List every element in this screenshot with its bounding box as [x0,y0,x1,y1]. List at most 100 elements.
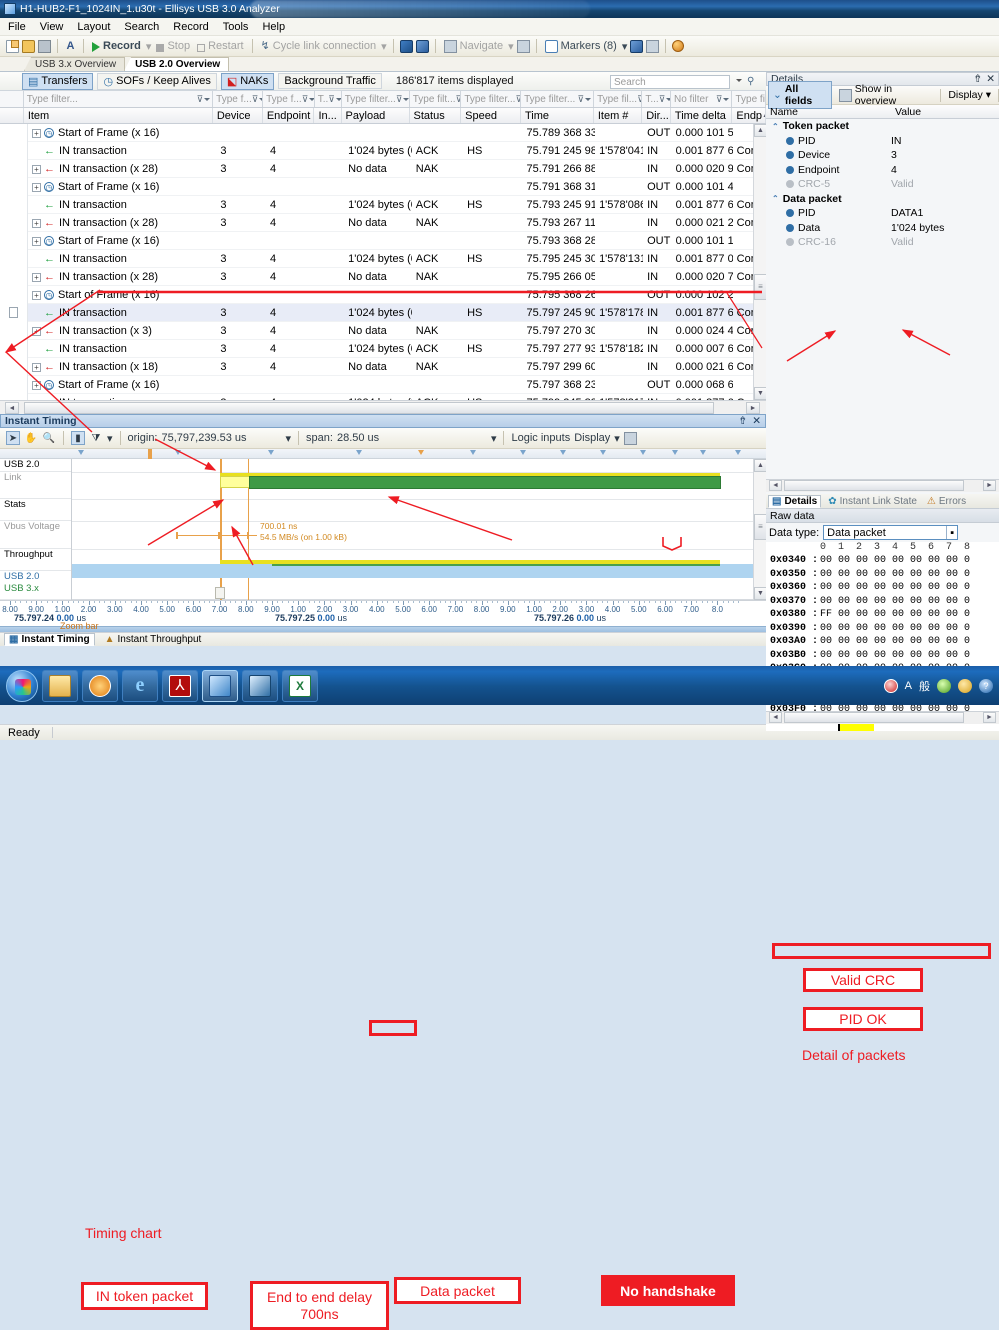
expand-icon[interactable]: + [32,236,41,246]
navigate-button[interactable]: Navigate [442,39,505,53]
details-field-list[interactable]: ⌃ Token packet PID IN Device 3 Endpoint 4 CRC-5 V… [766,119,999,250]
hex-row[interactable]: 0x0340 :00 00 00 00 00 00 00 00 0 [766,555,999,569]
ime-A-icon[interactable]: A [905,680,912,692]
timing-lane-usb-2-0[interactable]: USB 2.0 [0,571,71,583]
hex-byte[interactable]: 00 [856,636,874,650]
hex-byte[interactable]: 00 [946,650,964,664]
details-field-data[interactable]: Data 1'024 bytes [766,221,999,236]
navigate-dropdown-caret[interactable]: ▾ [508,40,514,53]
hex-byte[interactable]: 00 [928,609,946,623]
logic-inputs-button[interactable]: Logic inputs [511,432,570,444]
hex-byte[interactable]: 00 [820,596,838,610]
hex-byte[interactable]: 00 [910,555,928,569]
scroll-right-button[interactable]: ► [983,480,996,491]
zoom-bar[interactable] [0,449,766,459]
filter-buttons[interactable]: ⊽ [197,94,213,105]
hex-byte[interactable]: 0 [964,569,982,583]
funnel-icon[interactable]: ⊽ [302,94,309,105]
funnel-icon[interactable]: ⊽ [659,94,666,105]
details-display-button[interactable]: Display ▾ [945,88,994,102]
zoom-bar-marker[interactable] [418,450,424,455]
column-filter-in-[interactable]: T.. ⊽ [314,91,342,107]
hex-byte[interactable]: 00 [874,650,892,664]
taskbar-item-acrobat[interactable]: ⅄ [162,669,198,702]
hex-byte[interactable]: 00 [910,623,928,637]
hex-byte[interactable]: 00 [874,569,892,583]
table-row[interactable]: ← IN transaction 3 4 1'024 bytes (00 ...ACK H… [0,249,766,268]
record-button[interactable]: Record [90,40,143,52]
record-dropdown-caret[interactable]: ▾ [146,40,152,53]
filter-buttons[interactable]: ⊽ [396,94,409,105]
taskbar-item-analyzer[interactable] [202,669,238,702]
column-filter-speed[interactable]: Type filter...⊽ [461,91,522,107]
zoom-bar-marker[interactable] [560,450,566,455]
expand-icon[interactable]: + [32,218,41,228]
chevron-down-icon[interactable] [736,79,742,82]
hex-byte[interactable]: 00 [892,650,910,664]
hex-byte[interactable]: 00 [928,596,946,610]
raw-horizontal-scrollbar[interactable]: ◄ ► [766,711,999,724]
chevron-down-icon[interactable] [403,97,409,101]
chevron-down-icon[interactable] [204,97,211,101]
in-token-packet-block[interactable] [220,476,250,488]
zoom-bar-marker[interactable] [672,450,678,455]
hex-byte[interactable]: 00 [910,569,928,583]
column-filter-time[interactable]: Type filter... ⊽ [521,91,595,107]
hex-row[interactable]: 0x0350 :00 00 00 00 00 00 00 00 0 [766,568,999,583]
hex-byte[interactable]: 00 [892,582,910,596]
close-icon[interactable]: ✕ [986,73,995,85]
menu-item-help[interactable]: Help [262,21,285,33]
table-row[interactable]: +◷ Start of Frame (x 16) 75.789 368 333 OUT… [0,124,766,142]
table-row[interactable]: ← IN transaction 3 4 1'024 bytes (00 ... HS 75… [0,303,766,322]
timing-lane-link[interactable]: Link [0,472,71,499]
menu-item-record[interactable]: Record [173,21,208,33]
timing-vertical-scrollbar[interactable]: ▲ ≡ ▼ [753,459,767,600]
shield-icon[interactable] [883,678,898,693]
hex-byte[interactable]: 00 [928,569,946,583]
tab-sofs-keep-alives[interactable]: ◷ SOFs / Keep Alives [97,72,217,90]
tab-background-traffic[interactable]: Background Traffic [278,73,382,89]
zoom-bar-marker[interactable] [78,450,84,455]
column-header-speed[interactable]: Speed [461,108,521,123]
table-row[interactable]: + ← IN transaction (x 3) 3 4 No data NAK 75.797… [0,321,766,340]
hex-byte[interactable]: 00 [838,636,856,650]
menu-item-tools[interactable]: Tools [223,21,249,33]
hex-row[interactable]: 0x03A0 :00 00 00 00 00 00 00 00 0 [766,636,999,650]
hex-byte[interactable]: 0 [964,623,982,637]
timing-lane-stats[interactable]: Stats [0,499,71,521]
table-row[interactable]: + ← IN transaction (x 18) 3 4 No data NAK 75.79… [0,357,766,376]
hscroll-thumb[interactable] [24,401,714,414]
hex-byte[interactable]: 00 [820,650,838,664]
hex-byte[interactable]: 0 [964,650,982,664]
tab-naks[interactable]: ⬕ NAKs [220,72,275,90]
new-file-icon[interactable] [6,39,19,53]
hex-row[interactable]: 0x03B0 :00 00 00 00 00 00 00 00 0 [766,649,999,664]
table-horizontal-scrollbar[interactable]: ◄ ► [0,400,766,414]
scroll-left-button[interactable]: ◄ [769,712,782,723]
hex-byte[interactable]: 00 [820,555,838,569]
hex-byte[interactable]: 00 [820,569,838,583]
hscroll-thumb[interactable] [784,480,964,491]
hex-byte[interactable]: 00 [892,636,910,650]
table-row[interactable]: +◷ Start of Frame (x 16) 75.795 368 266 OUT… [0,285,766,304]
hex-row[interactable]: 0x0380 : FF 00 00 00 00 00 00 00 0 [766,609,999,623]
column-header-in-[interactable]: In... [314,108,342,123]
expand-icon[interactable]: + [32,290,41,300]
hex-byte[interactable]: 00 [910,650,928,664]
chevron-down-icon[interactable] [723,97,730,101]
hex-byte[interactable]: 00 [820,582,838,596]
column-header-dir-[interactable]: Dir... [642,108,671,123]
column-header-endpoint[interactable]: Endpoint [263,108,315,123]
details-group-token-packet[interactable]: ⌃ Token packet [766,119,999,134]
zoom-bar-marker[interactable] [735,450,741,455]
details-field-pid[interactable]: PID IN [766,134,999,149]
table-row[interactable]: + ← IN transaction (x 28) 3 4 No data NAK 75.79… [0,267,766,286]
hex-byte[interactable]: 00 [946,569,964,583]
timing-plot-area[interactable]: 700.01 ns 54.5 MB/s (on 1.00 kB) [72,459,753,600]
filter-buttons[interactable]: ⊽ [302,94,314,105]
origin-value[interactable]: 75,797,239.53 us [162,432,282,444]
table-row[interactable]: + ← IN transaction (x 28) 3 4 No data NAK 75.79… [0,213,766,232]
pan-tool-icon[interactable]: ✋ [24,431,38,445]
column-filter-endpoint[interactable]: Type f... ⊽ [263,91,315,107]
hex-byte[interactable]: 00 [820,623,838,637]
